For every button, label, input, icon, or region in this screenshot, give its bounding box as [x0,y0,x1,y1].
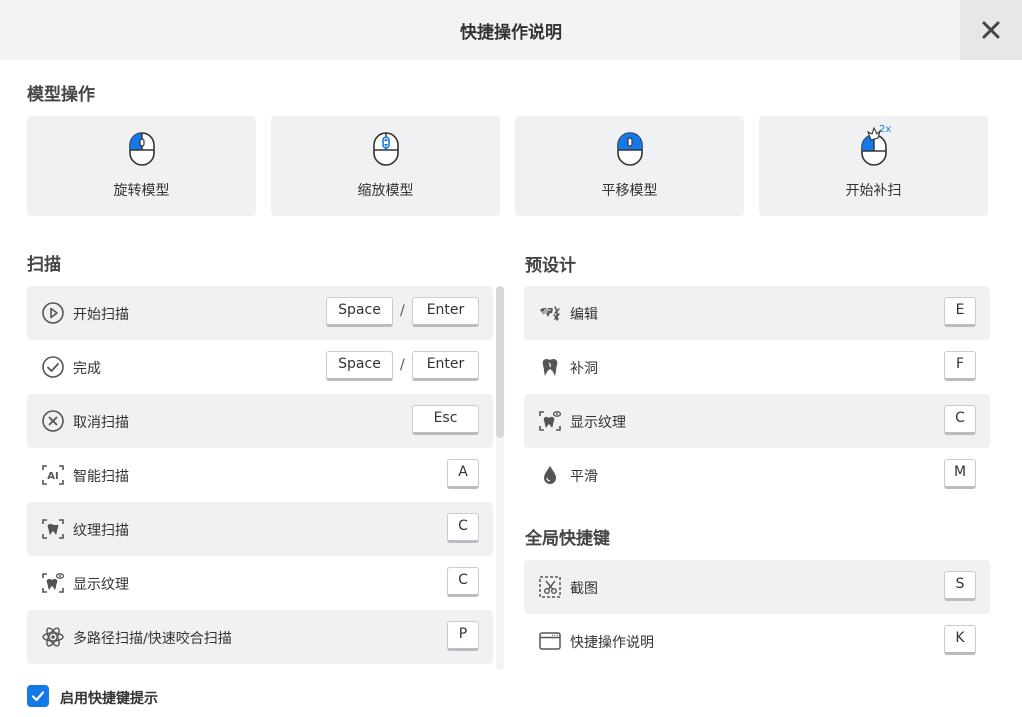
screenshot-icon [539,576,561,598]
shortcut-label: 多路径扫描/快速咬合扫描 [73,631,232,647]
tooth-fill-icon [542,359,558,376]
model-card-label: 平移模型 [601,183,658,199]
model-ops-heading: 模型操作 [27,85,95,105]
shortcut-label: 取消扫描 [73,415,129,431]
shortcut-row: 完成 Space / Enter [27,340,493,394]
mouse-middle-click-icon [616,132,643,166]
shortcut-row: 开始扫描 Space / Enter [27,286,493,340]
shortcut-label: 完成 [73,361,101,377]
ai-scan-icon: AI [42,465,64,485]
global-heading: 全局快捷键 [525,529,610,549]
shortcut-label: 补洞 [570,361,598,377]
key-cap: Esc [412,405,479,435]
shortcut-row: 平滑 M [524,448,990,502]
dialog-title: 快捷操作说明 [460,23,562,43]
shortcut-row: 多路径扫描/快速咬合扫描 P [27,610,493,664]
scan-heading: 扫描 [27,255,61,275]
double-click-badge: 2x [879,124,892,135]
enable-shortcut-hint-checkbox[interactable] [27,685,49,707]
key-cap: C [944,405,976,435]
close-button[interactable] [960,0,1022,60]
edit-icon [540,306,560,321]
window-icon [539,632,561,650]
multipath-scan-icon [42,627,64,647]
model-card-label: 缩放模型 [357,183,414,199]
svg-text:AI: AI [47,471,58,482]
shortcut-label: 平滑 [570,469,598,485]
key-separator: / [400,357,405,373]
key-cap: P [447,621,479,651]
shortcut-row: 截图 S [524,560,990,614]
shortcut-row: 取消扫描 Esc [27,394,493,448]
shortcut-label: 纹理扫描 [73,523,129,539]
smooth-drop-icon [544,466,556,484]
key-cap: Space [326,297,393,327]
model-card-pan[interactable]: 平移模型 [515,116,744,216]
key-cap: C [447,513,479,543]
key-cap: K [944,625,976,655]
shortcut-label: 显示纹理 [73,577,129,593]
shortcut-row: 显示纹理 C [27,556,493,610]
cancel-circle-icon [42,410,64,432]
shortcut-row: 快捷操作说明 K [524,614,990,668]
shortcut-row: 显示纹理 C [524,394,990,448]
key-separator: / [400,303,405,319]
mouse-double-click-icon [860,126,887,166]
key-cap: Enter [412,297,479,327]
check-circle-icon [42,356,64,378]
key-cap: C [447,567,479,597]
model-card-label: 开始补扫 [845,183,902,199]
show-texture-icon [539,411,562,431]
close-icon [982,21,1000,39]
key-cap: S [944,571,976,601]
dialog-header: 快捷操作说明 [0,0,1022,60]
shortcut-label: 截图 [570,581,598,597]
enable-shortcut-hint-label[interactable]: 启用快捷键提示 [60,688,158,708]
shortcut-label: 开始扫描 [73,307,129,323]
model-card-label: 旋转模型 [113,183,170,199]
model-card-zoom[interactable]: 缩放模型 [271,116,500,216]
key-cap: A [447,459,479,489]
shortcut-row: 纹理扫描 C [27,502,493,556]
shortcut-row: 编辑 E [524,286,990,340]
shortcut-row: 补洞 F [524,340,990,394]
model-card-rotate[interactable]: 旋转模型 [27,116,256,216]
shortcut-label: 快捷操作说明 [570,635,654,651]
mouse-left-click-icon [128,132,155,166]
key-cap: Enter [412,351,479,381]
checkmark-icon [31,691,45,702]
play-circle-icon [42,302,64,324]
scan-list-scrollbar[interactable] [496,286,504,670]
shortcut-label: 显示纹理 [570,415,626,431]
mouse-scroll-icon [372,132,399,166]
model-card-rescan[interactable]: 2x 开始补扫 [759,116,988,216]
key-cap: E [944,297,976,327]
show-texture-icon [42,573,65,593]
scrollbar-thumb[interactable] [496,286,504,438]
key-cap: Space [326,351,393,381]
texture-scan-icon [42,519,64,539]
shortcut-label: 智能扫描 [73,469,129,485]
shortcut-row: AI 智能扫描 A [27,448,493,502]
predesign-heading: 预设计 [525,256,576,276]
shortcut-label: 编辑 [570,307,598,323]
key-cap: M [944,459,976,489]
key-cap: F [944,351,976,381]
